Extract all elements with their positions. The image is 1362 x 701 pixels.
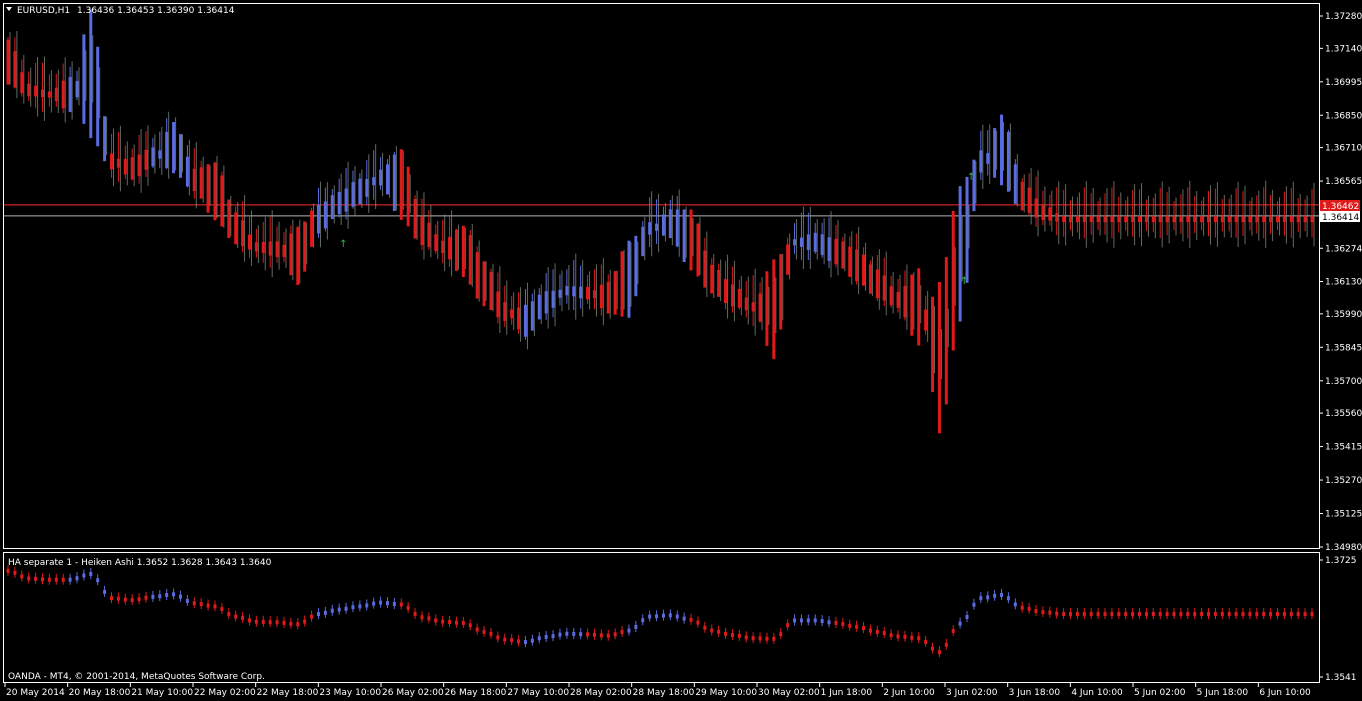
- x-tick-label: 5 Jun 02:00: [1134, 688, 1186, 698]
- x-tick-label: 20 May 2014: [6, 688, 65, 698]
- x-tick-label: 21 May 10:00: [131, 688, 193, 698]
- sub-y-tick-label: 1.3725: [1325, 556, 1357, 566]
- signal-arrow-icon: ↑: [960, 276, 968, 287]
- signal-arrow-icon: ↑: [967, 172, 975, 183]
- sub-y-tick-label: 1.3541: [1325, 673, 1357, 683]
- x-tick-label: 1 Jun 18:00: [821, 688, 873, 698]
- y-tick-label: 1.36995: [1325, 78, 1362, 88]
- x-tick-label: 2 Jun 10:00: [883, 688, 935, 698]
- x-tick-label: 3 Jun 02:00: [946, 688, 998, 698]
- x-tick-label: 23 May 10:00: [319, 688, 381, 698]
- y-tick-label: 1.35700: [1325, 377, 1362, 387]
- y-tick-label: 1.35415: [1325, 443, 1362, 453]
- y-tick-label: 1.36274: [1325, 244, 1362, 254]
- sub-plot-frame: [3, 552, 1320, 683]
- signal-arrow-icon: ↑: [339, 239, 347, 250]
- symbol-title: EURUSD,H1: [17, 6, 70, 16]
- y-tick-label: 1.35560: [1325, 409, 1362, 419]
- y-tick-label: 1.35125: [1325, 510, 1362, 520]
- x-tick-label: 5 Jun 18:00: [1197, 688, 1249, 698]
- y-tick-label: 1.36565: [1325, 177, 1362, 187]
- x-tick-label: 20 May 18:00: [69, 688, 131, 698]
- y-tick-label: 1.36850: [1325, 111, 1362, 121]
- x-tick-label: 22 May 18:00: [257, 688, 319, 698]
- y-tick-label: 1.35990: [1325, 310, 1362, 320]
- sub-plot: [6, 564, 1314, 658]
- x-tick-label: 28 May 02:00: [570, 688, 632, 698]
- y-tick-label: 1.34980: [1325, 543, 1362, 553]
- y-tick-label: 1.36710: [1325, 144, 1362, 154]
- y-tick-label: 1.35270: [1325, 476, 1362, 486]
- y-tick-label: 1.35845: [1325, 343, 1362, 353]
- y-tick-label: 1.36130: [1325, 278, 1362, 288]
- bid-price-text: 1.36414: [1322, 213, 1359, 223]
- x-tick-label: 6 Jun 10:00: [1259, 688, 1311, 698]
- y-tick-label: 1.37280: [1325, 12, 1362, 22]
- y-tick-label: 1.37140: [1325, 44, 1362, 54]
- x-tick-label: 4 Jun 10:00: [1071, 688, 1123, 698]
- x-tick-label: 28 May 18:00: [633, 688, 695, 698]
- main-plot-frame: [3, 3, 1320, 549]
- x-tick-label: 26 May 18:00: [445, 688, 507, 698]
- x-tick-label: 26 May 02:00: [382, 688, 444, 698]
- x-tick-label: 3 Jun 18:00: [1009, 688, 1061, 698]
- chart-canvas[interactable]: ↑↑↑ 1.372801.371401.369951.368501.367101…: [0, 0, 1362, 701]
- x-tick-label: 22 May 02:00: [194, 688, 256, 698]
- x-axis: 20 May 2014 20 May 18:00 21 May 10:00 22 Ma…: [4, 683, 1311, 698]
- ask-price-text: 1.36462: [1322, 202, 1359, 212]
- ohlc-values: 1.36436 1.36453 1.36390 1.36414: [77, 6, 235, 16]
- x-tick-label: 27 May 10:00: [507, 688, 569, 698]
- x-tick-label: 29 May 10:00: [695, 688, 757, 698]
- sub-window-title: HA separate 1 - Heiken Ashi 1.3652 1.362…: [8, 558, 272, 568]
- triangle-down-icon[interactable]: [6, 7, 12, 11]
- y-axis: 1.37280 1.37140 1.36995 1.36850 1.36710 1.365…: [1319, 12, 1362, 683]
- main-plot: ↑ ↑ ↑: [4, 9, 1319, 434]
- copyright-text: OANDA - MT4, © 2001-2014, MetaQuotes Sof…: [8, 672, 265, 682]
- x-tick-label: 30 May 02:00: [758, 688, 820, 698]
